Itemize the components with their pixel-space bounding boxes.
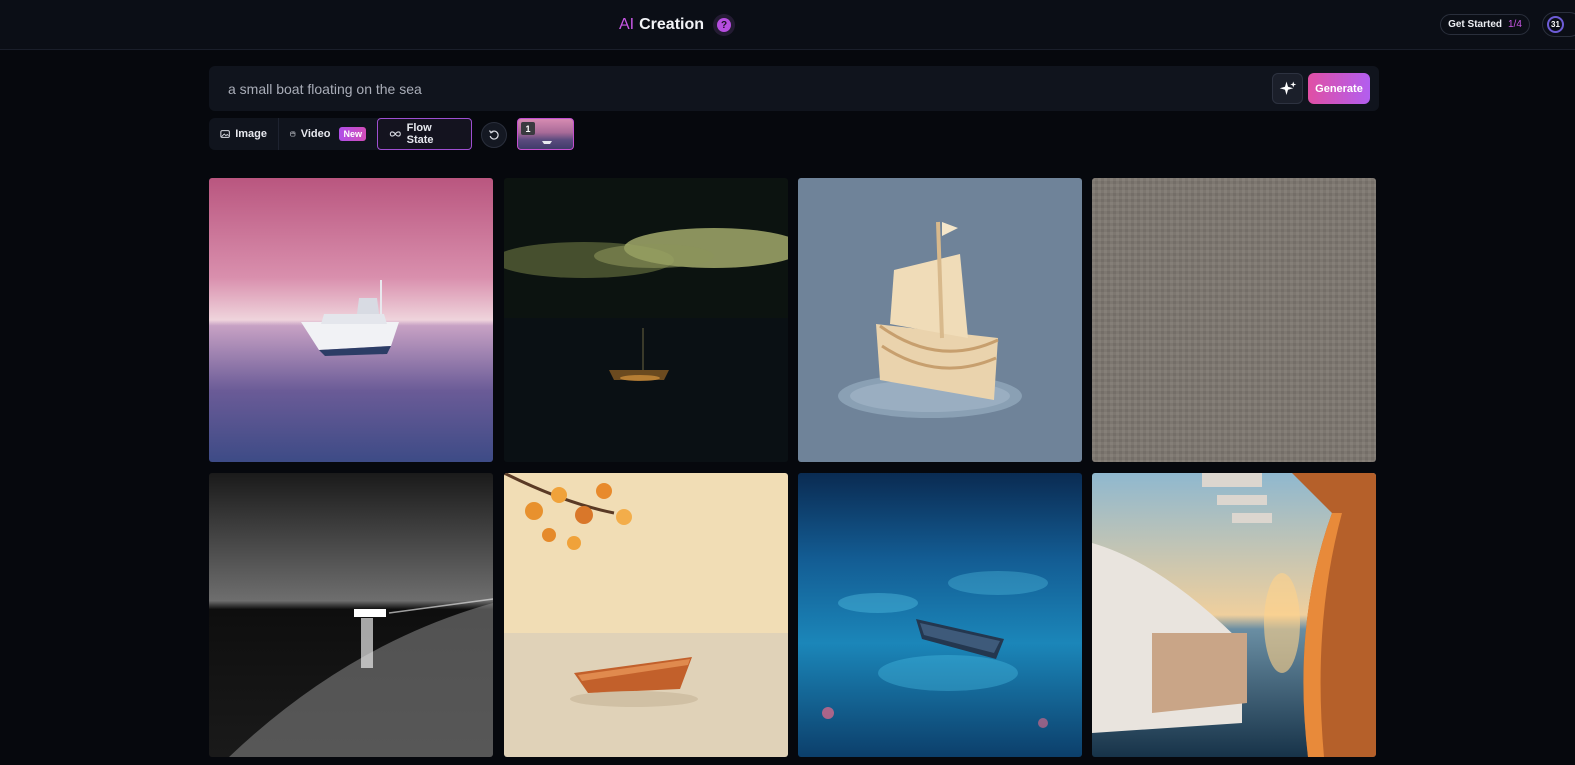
prompt-bar: Generate — [209, 66, 1379, 111]
generate-button[interactable]: Generate — [1308, 73, 1370, 104]
get-started-button[interactable]: Get Started 1/4 — [1440, 14, 1530, 35]
tab-flow-state-label: Flow State — [406, 122, 434, 146]
gallery-image[interactable] — [1092, 178, 1376, 462]
enhance-prompt-button[interactable] — [1272, 73, 1303, 104]
gallery-image[interactable] — [798, 473, 1082, 757]
help-button[interactable]: ? — [713, 14, 736, 36]
sunset-ship-deck-image — [1092, 473, 1376, 757]
infinity-icon — [389, 131, 401, 137]
gray-noise-texture-image — [1092, 178, 1376, 462]
get-started-progress: 1/4 — [1508, 19, 1522, 30]
history-button[interactable] — [481, 122, 507, 148]
sparkle-icon — [1279, 81, 1296, 95]
title-prefix: AI — [619, 16, 635, 33]
gallery-image[interactable] — [209, 473, 493, 757]
get-started-label: Get Started — [1448, 19, 1502, 30]
thumbnail-index: 1 — [521, 122, 535, 135]
tab-flow-state[interactable]: Flow State — [377, 118, 472, 150]
tab-image[interactable]: Image — [209, 118, 279, 150]
pink-sky-motorboat-image — [209, 178, 493, 462]
autumn-rowboat-image — [504, 473, 788, 757]
image-icon — [220, 130, 230, 138]
glowing-blue-water-rowboat-image — [798, 473, 1082, 757]
credits-badge[interactable]: 31 — [1542, 12, 1575, 37]
gallery-image[interactable] — [209, 178, 493, 462]
title-main: Creation — [639, 16, 705, 33]
gallery-image[interactable] — [798, 178, 1082, 462]
gallery-image[interactable] — [1092, 473, 1376, 757]
mode-selector: Image Video New Flow State — [209, 118, 472, 150]
history-thumbnail[interactable]: 1 — [517, 118, 574, 150]
new-badge: New — [339, 127, 366, 141]
top-bar: AI Creation ? Get Started 1/4 31 — [0, 0, 1575, 50]
tab-video-label: Video — [300, 128, 331, 140]
credits-count: 31 — [1547, 16, 1564, 33]
night-bokeh-boat-image — [504, 178, 788, 462]
gallery-image[interactable] — [504, 473, 788, 757]
monochrome-night-boat-image — [209, 473, 493, 757]
prompt-input[interactable] — [209, 66, 1259, 111]
tab-image-label: Image — [235, 128, 267, 140]
page-title: AI Creation ? — [619, 14, 736, 36]
video-icon — [290, 131, 296, 137]
refresh-icon — [488, 130, 499, 140]
question-icon: ? — [717, 18, 732, 32]
clay-sailboat-image — [798, 178, 1082, 462]
gallery-image[interactable] — [504, 178, 788, 462]
tab-video[interactable]: Video New — [279, 118, 377, 150]
